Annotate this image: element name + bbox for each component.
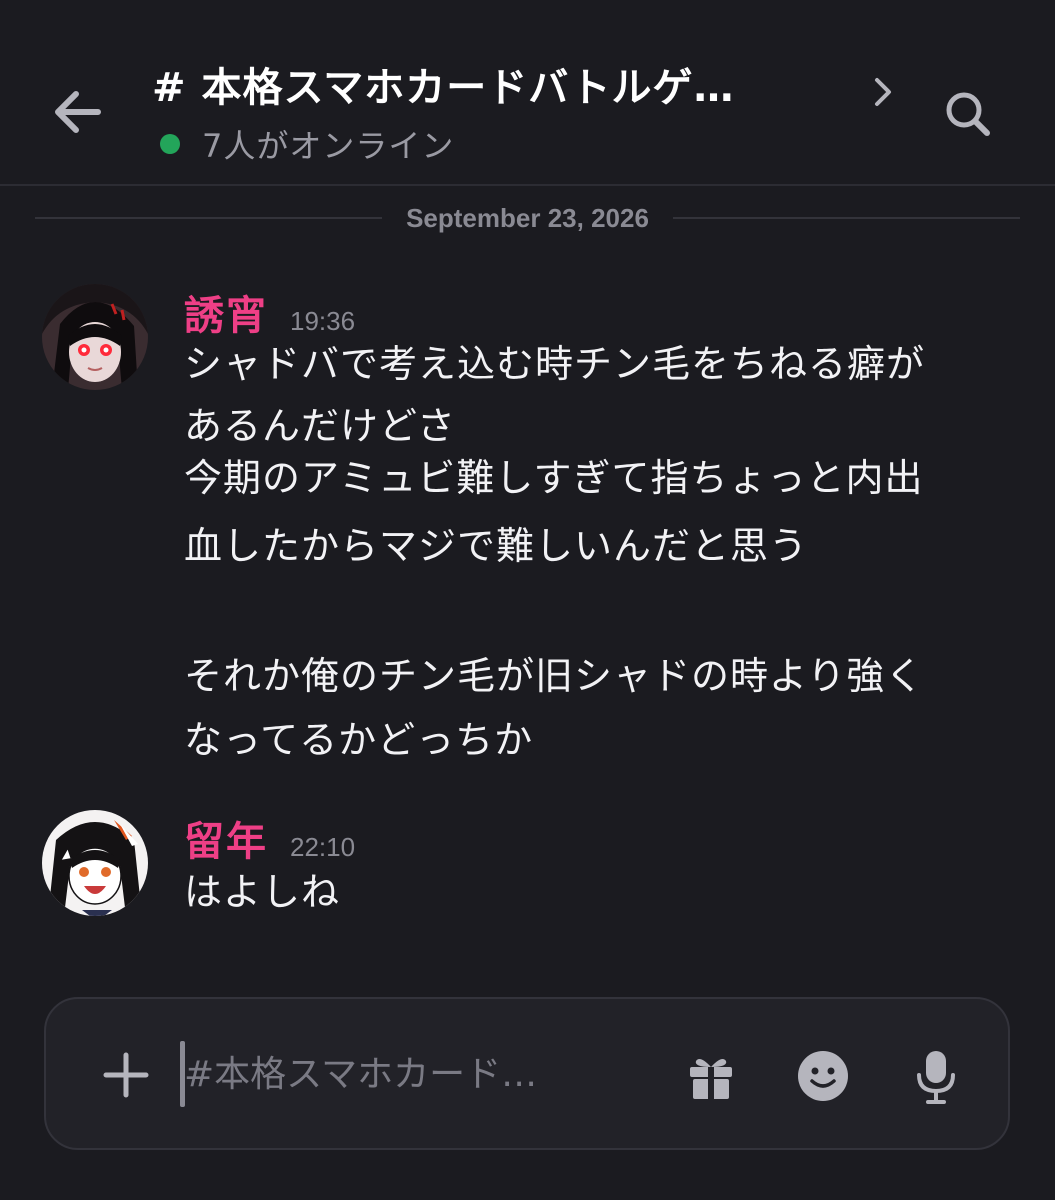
message-text: なってるかどっちか [184,718,534,762]
back-button[interactable] [48,82,108,142]
emoji-icon [798,1051,848,1101]
message-text: あるんだけどさ [184,404,456,448]
arrow-left-icon [55,91,101,133]
divider-line [672,217,1020,219]
channel-details-button[interactable] [868,72,898,112]
voice-message-button[interactable] [914,1049,958,1105]
avatar[interactable] [42,284,148,390]
emoji-button[interactable] [796,1049,850,1103]
search-icon [946,92,990,136]
gift-icon [690,1059,732,1099]
message-input[interactable] [184,1039,654,1109]
plus-icon [103,1052,149,1098]
message-text: 今期のアミュビ難しすぎて指ちょっと内出 [184,456,924,500]
message-composer [44,997,1010,1150]
message-text: それか俺のチン毛が旧シャドの時より強く [184,654,925,698]
message-text: はよしね [184,870,341,914]
message-item: 誘宵 19:36 シャドバで考え込む時チン毛をちねる癖が あるんだけどさ 今期の… [0,284,1055,784]
microphone-icon [917,1051,955,1104]
avatar[interactable] [42,810,148,916]
online-count: 7人がオンライン [202,127,455,165]
message-item: 留年 22:10 はよしね [0,810,1055,920]
gift-button[interactable] [686,1051,736,1101]
user-avatar-image [42,810,148,916]
channel-title[interactable]: # 本格スマホカードバトルゲ… [152,58,852,118]
online-dot [160,134,180,154]
date-divider: September 23, 2026 [35,196,1020,240]
chevron-right-icon [875,78,891,106]
channel-header: # 本格スマホカードバトルゲ… 7人がオンライン [0,0,1055,186]
online-status: 7人がオンライン [160,120,454,168]
divider-line [35,217,383,219]
user-avatar-image [42,284,148,390]
date-label: September 23, 2026 [406,202,649,233]
attach-button[interactable] [98,1047,154,1103]
search-button[interactable] [940,86,996,142]
message-header: 留年 22:10 [184,810,355,870]
message-text: 血したからマジで難しいんだと思う [184,524,809,568]
message-text: シャドバで考え込む時チン毛をちねる癖が [184,342,926,386]
